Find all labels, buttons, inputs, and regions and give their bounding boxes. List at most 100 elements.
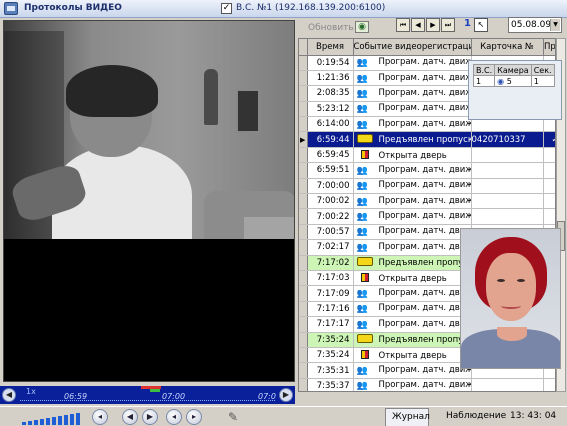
row-indicator (299, 147, 308, 164)
camera-frame (4, 21, 294, 239)
cell-pass (543, 147, 555, 164)
cell-event: 👥 Програм. датч. движ. (353, 116, 472, 133)
refresh-button[interactable]: Обновить (308, 23, 354, 33)
first-page-button[interactable]: ⏮ (396, 18, 410, 32)
event-label: Открыта дверь (378, 150, 447, 161)
cell-time: 6:59:44 (307, 131, 354, 148)
event-label: Програм. датч. движ. (378, 303, 471, 314)
event-label: Програм. датч. движ. (378, 72, 471, 83)
card-icon (356, 334, 373, 344)
people-icon: 👥 (356, 196, 368, 207)
column-header-event[interactable]: Событие видеорегистрации (353, 39, 472, 56)
door-icon (360, 149, 369, 159)
table-row[interactable]: 7:00:02 👥 Програм. датч. движ. (299, 193, 555, 210)
cell-event: 👥 Програм. датч. движ. (353, 316, 472, 333)
cell-pass (543, 378, 555, 391)
cell-event: 👥 Програм. датч. движ. (353, 101, 472, 118)
cell-pass (543, 178, 555, 195)
timeline-left-button[interactable]: ◀ (2, 388, 16, 402)
cell-time: 7:35:24 (307, 332, 354, 348)
prev-page-button[interactable]: ◀ (411, 18, 425, 32)
row-indicator (299, 362, 308, 379)
timeline-marker-green (150, 389, 160, 392)
last-page-button[interactable]: ⏭ (441, 18, 455, 32)
event-label: Програм. датч. движ. (378, 87, 471, 98)
event-label: Програм. датч. движ. (378, 211, 471, 222)
volume-indicator[interactable] (22, 411, 84, 425)
people-icon: 👥 (356, 119, 368, 130)
event-label: Открыта дверь (378, 350, 447, 361)
row-indicator (299, 55, 308, 71)
row-indicator (299, 255, 308, 271)
table-row[interactable]: 7:00:22 👥 Програм. датч. движ. (299, 208, 555, 225)
settings-wrench-icon[interactable]: ✎ (228, 410, 238, 424)
column-header-pass[interactable]: Прох (543, 39, 555, 56)
cell-event: 👥 Програм. датч. движ. (353, 285, 472, 302)
row-indicator (299, 285, 308, 302)
tab-journal[interactable]: Журнал (385, 408, 430, 426)
view-eye-icon[interactable]: ◉ (355, 21, 369, 33)
vs-label: В.С. №1 (192.168.139.200:6100) (236, 3, 386, 13)
sound-icon[interactable]: ◂ (92, 409, 108, 425)
people-icon: 👥 (356, 58, 368, 69)
table-row[interactable]: 6:59:51 👥 Програм. датч. движ. (299, 162, 555, 179)
cell-event: Открыта дверь (353, 147, 472, 164)
camera-icon: ◉ (497, 76, 505, 86)
tab-observe[interactable]: Наблюдение (440, 408, 506, 426)
cell-pass (543, 193, 555, 210)
door-icon (360, 272, 369, 282)
event-label: Програм. датч. движ. (378, 57, 471, 68)
event-label: Програм. датч. движ. (378, 318, 471, 329)
cell-time: 7:17:09 (307, 285, 354, 302)
cell-time: 7:17:02 (307, 255, 354, 271)
clock: 13: 43: 04 (510, 411, 557, 421)
row-indicator (299, 116, 308, 133)
table-row[interactable]: ▶6:59:44 Предъявлен пропуск0420710337✓ (299, 131, 555, 148)
frame-forward-icon[interactable]: ▸ (186, 409, 202, 425)
event-label: Програм. датч. движ. (378, 288, 471, 299)
cell-time: 0:19:54 (307, 55, 354, 71)
event-label: Открыта дверь (378, 273, 447, 284)
cell-time: 7:00:22 (307, 208, 354, 225)
event-label: Програм. датч. движ. (378, 226, 471, 237)
chevron-down-icon[interactable]: ▼ (550, 19, 560, 31)
cell-event: Предъявлен пропуск (353, 131, 472, 148)
row-indicator (299, 270, 308, 287)
cell-event: 👥 Програм. датч. движ. (353, 301, 472, 318)
popup-sec-value: 1 (530, 75, 555, 87)
date-select[interactable]: 05.08.09 ▼ (508, 17, 562, 33)
cell-time: 1:21:36 (307, 70, 354, 87)
cell-card (471, 378, 544, 391)
row-indicator (299, 239, 308, 256)
row-indicator (299, 224, 308, 241)
event-label: Предъявлен пропуск (378, 135, 471, 146)
timeline[interactable]: ◀ 1x 06:59 07:00 07:0 ▶ (0, 386, 295, 404)
table-row[interactable]: 7:35:37 👥 Програм. датч. движ. (299, 378, 555, 391)
table-row[interactable]: 7:00:00 👥 Програм. датч. движ. (299, 178, 555, 195)
cell-event: 👥 Програм. датч. движ. (353, 362, 472, 379)
people-icon: 👥 (356, 227, 368, 238)
row-indicator (299, 301, 308, 318)
row-indicator (299, 316, 308, 333)
event-label: Програм. датч. движ. (378, 180, 471, 191)
vs-checkbox[interactable]: ✓ (221, 3, 232, 14)
play-icon[interactable]: ▶ (142, 409, 158, 425)
next-page-button[interactable]: ▶ (426, 18, 440, 32)
frame-back-icon[interactable]: ◂ (166, 409, 182, 425)
cursor-icon[interactable]: ↖ (474, 18, 488, 32)
column-header-time[interactable]: Время (307, 39, 354, 56)
cell-time: 6:59:45 (307, 147, 354, 164)
cell-time: 7:02:17 (307, 239, 354, 256)
playback-speed: 1x (26, 387, 36, 396)
employee-photo (460, 228, 561, 369)
step-back-icon[interactable]: ◀ (122, 409, 138, 425)
column-header-card[interactable]: Карточка № (471, 39, 544, 56)
people-icon: 👥 (356, 212, 368, 223)
timeline-right-button[interactable]: ▶ (279, 388, 293, 402)
video-panel[interactable] (3, 20, 295, 382)
row-indicator (299, 85, 308, 102)
cell-time: 6:59:51 (307, 162, 354, 179)
cell-time: 7:35:31 (307, 362, 354, 379)
cell-event: 👥 Програм. датч. движ. (353, 193, 472, 210)
table-row[interactable]: 6:59:45 Открыта дверь (299, 147, 555, 164)
